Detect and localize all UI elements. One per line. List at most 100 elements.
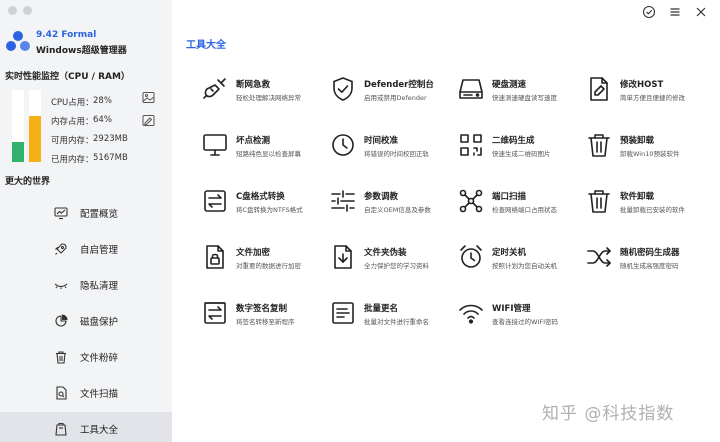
network-scan-icon [459,189,483,213]
used-memory-value: 5167MB [93,153,128,163]
used-memory-stat: 已用内存： 5167MB [51,153,128,165]
sidebar-item-overview[interactable]: 配置概览 [0,196,172,230]
tool-description: 查看连接过的WIFI密码 [492,318,558,326]
sliders-icon [331,190,355,212]
file-disguise-icon [334,245,352,269]
tool-item[interactable]: WIFI管理查看连接过的WIFI密码 [458,296,586,336]
sidebar-item-file-shredder[interactable]: 文件粉碎 [0,340,172,374]
tool-name: 文件加密 [236,248,271,258]
sidebar-item-label: 自启管理 [80,245,119,256]
eye-closed-icon [54,283,68,289]
tool-description: 批量卸载已安装的软件 [620,206,685,214]
tool-item[interactable]: 预装卸载 卸载Win10预装软件 [586,128,714,168]
tool-item[interactable]: 断网急救 轻松处理解决网络异常 [202,72,330,112]
close-icon[interactable] [694,5,708,19]
trash-icon [588,134,610,157]
app-version: 9.42 Formal [36,30,97,40]
trash-icon [56,351,66,364]
toolbox-icon [55,422,67,436]
tool-item[interactable]: 批量更名批量对文件进行重命名 [330,296,458,336]
minimize-window-dot[interactable] [23,6,32,15]
tool-description: 对重要的数据进行加密 [236,262,301,270]
tool-name: 断网急救 [236,80,271,90]
pie-chart-icon [55,314,68,327]
tool-name: C盘格式转换 [236,192,285,202]
qr-code-icon [460,134,482,156]
tool-name: 坏点检测 [236,136,271,146]
close-window-dot[interactable] [8,6,17,15]
image-icon[interactable] [142,91,155,104]
tool-description: 随机生成高强度密码 [620,262,679,270]
tool-description: 将签名转移至新程序 [236,318,295,326]
tool-item[interactable]: 修改HOST 简单方便且便捷的修改 [586,72,714,112]
main-panel: 工具大全 断网急救 轻松处理解决网络异常 Defender控制台 启用或禁用Defen… [172,0,720,442]
tool-name: 随机密码生成器 [620,248,680,258]
available-memory-stat: 可用内存： 2923MB [51,134,128,146]
used-memory-label: 已用内存： [51,155,94,165]
clock-icon [332,134,354,156]
memory-usage-fill [29,115,41,162]
memory-stat-value: 64% [93,115,112,125]
tool-item[interactable]: 坏点检测短路纯色显以检查屏幕 [202,128,330,168]
shield-check-icon [333,77,353,101]
tool-name: 批量更名 [364,304,399,314]
sidebar-item-label: 文件粉碎 [80,353,119,364]
tool-name: 定时关机 [492,248,527,258]
tool-item[interactable]: 参数调教 自定义OEM信息及参数 [330,184,458,224]
memory-stat-label: 内存占用： [51,117,94,127]
tool-description: 按照计划为您自动关机 [492,262,557,270]
sidebar-item-label: 配置概览 [80,209,119,220]
sidebar-item-toolbox[interactable]: 工具大全 [0,412,172,442]
tool-item[interactable]: 随机密码生成器 随机生成高强度密码 [586,240,714,280]
tool-item[interactable]: C盘格式转换 将C盘转换为NTFS格式 [202,184,330,224]
tool-item[interactable]: 文件加密对重要的数据进行加密 [202,240,330,280]
trash-icon [588,190,610,213]
cpu-usage-fill [12,141,24,162]
tool-description: 启用或禁用Defender [364,94,427,102]
title-bar-actions [642,5,708,19]
tool-name: 参数调教 [364,192,399,202]
tool-name: 软件卸载 [620,192,655,202]
tool-item[interactable]: 二维码生成 快速生成二维码图片 [458,128,586,168]
tool-item[interactable]: 端口扫描 检查网络端口占用状态 [458,184,586,224]
check-badge-icon[interactable] [642,5,656,19]
tool-description: 批量对文件进行重命名 [364,318,429,326]
hard-drive-icon [459,79,483,99]
sidebar-item-startup[interactable]: 自启管理 [0,232,172,266]
tool-item[interactable]: 定时关机按照计划为您自动关机 [458,240,586,280]
cpu-stat-label: CPU占用： [51,98,94,108]
tool-description: 快速测速硬盘读写速度 [492,94,557,102]
tool-item[interactable]: 硬盘测速 快速测速硬盘读写速度 [458,72,586,112]
tool-item[interactable]: 数字签名复制 将签名转移至新程序 [202,296,330,336]
tool-item[interactable]: 时间校准 将错误的时间校回正轨 [330,128,458,168]
rocket-icon [54,243,67,255]
sidebar-item-disk-protect[interactable]: 磁盘保护 [0,304,172,338]
tool-name: 时间校准 [364,136,399,146]
sidebar-item-label: 文件扫描 [80,389,119,400]
app-name: Windows超级管理器 [36,46,127,56]
nav-section-title: 更大的世界 [5,177,51,187]
usage-bars [12,90,42,162]
available-memory-label: 可用内存： [51,136,94,146]
tool-name: 端口扫描 [492,192,527,202]
sidebar-item-privacy-clean[interactable]: 隐私清理 [0,268,172,302]
tool-name: 数字签名复制 [236,304,288,314]
sidebar-item-file-scan[interactable]: 文件扫描 [0,376,172,410]
cpu-stat-value: 28% [93,96,112,106]
tool-item[interactable]: Defender控制台 启用或禁用Defender [330,72,458,112]
sidebar-item-label: 工具大全 [80,425,119,436]
tool-description: 短路纯色显以检查屏幕 [236,150,301,158]
tool-name: 文件夹伪装 [364,248,407,258]
menu-icon[interactable] [668,5,682,19]
file-lock-icon [206,245,224,269]
tool-item[interactable]: 软件卸载批量卸载已安装的软件 [586,184,714,224]
shuffle-icon [587,247,611,267]
batch-rename-icon [332,302,354,324]
tool-name: WIFI管理 [492,304,531,314]
app-logo-icon [6,31,30,51]
file-search-icon [56,386,67,400]
tool-item[interactable]: 文件夹伪装 全力保护您的学习资料 [330,240,458,280]
image-edit-icon[interactable] [142,114,155,127]
document-edit-icon [590,77,608,101]
sidebar-item-label: 磁盘保护 [80,317,119,328]
